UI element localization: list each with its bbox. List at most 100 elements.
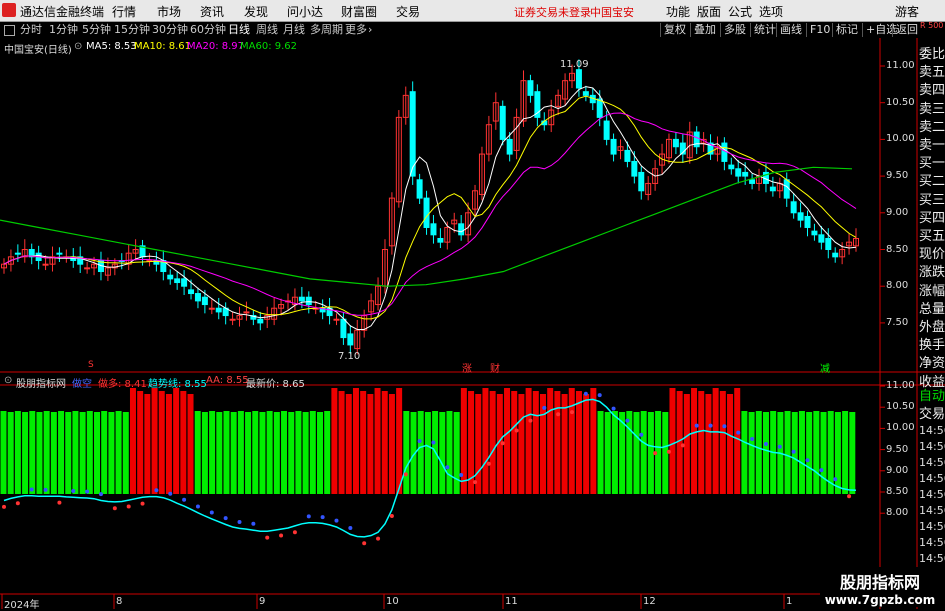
indicator-bar <box>453 412 460 494</box>
signal-dot <box>583 391 588 396</box>
indicator-bar <box>561 394 568 494</box>
candle-body <box>167 274 174 280</box>
legend-toggle-icon[interactable]: ⊙ <box>74 41 82 52</box>
indicator-bar <box>762 412 769 494</box>
tab-5min[interactable]: 5分钟 <box>82 22 111 38</box>
sidebar-item: 现价 <box>919 247 945 263</box>
btn-duogu[interactable]: 多股 <box>720 23 749 37</box>
btn-huaxian[interactable]: 画线 <box>776 23 805 37</box>
signal-dot <box>126 504 131 509</box>
indicator-bar <box>94 412 101 494</box>
candle-body <box>825 237 832 251</box>
menu-xuanxiang[interactable]: 选项 <box>759 3 783 20</box>
indicator-bar <box>504 388 511 494</box>
menu-item-faxian[interactable]: 发现 <box>244 3 268 20</box>
tab-fenshi[interactable]: 分时 <box>20 22 42 38</box>
indicator-bar <box>22 412 29 494</box>
menu-item-jiaoyi[interactable]: 交易 <box>396 3 420 20</box>
indicator-bar <box>122 412 129 494</box>
annotation-zhang: 涨 <box>462 364 472 375</box>
menu-item-caifuquan[interactable]: 财富圈 <box>341 3 377 20</box>
toggle-icon[interactable] <box>4 25 15 36</box>
sidebar-item: 买五 <box>919 229 945 244</box>
legend-ma10: MA10: 8.61 <box>134 41 192 52</box>
chart-area[interactable] <box>0 38 945 609</box>
menu-gongneng[interactable]: 功能 <box>666 3 690 20</box>
indicator-bar <box>575 391 582 494</box>
watermark-line2: www.7gpzb.com <box>824 593 936 607</box>
btn-biaoji[interactable]: 标记 <box>832 23 861 37</box>
candle-body <box>596 98 603 118</box>
indicator-bar <box>115 411 122 494</box>
candle-body <box>638 171 645 192</box>
signal-dot <box>43 487 48 492</box>
app-logo-icon <box>2 3 16 17</box>
time-label: 14:56 <box>919 456 945 469</box>
signal-dot <box>445 465 450 470</box>
login-warning[interactable]: 证券交易未登录 <box>514 4 591 20</box>
indicator-bar <box>388 394 395 494</box>
signal-dot <box>736 430 741 435</box>
indicator-bar <box>554 391 561 494</box>
time-label: 14:56 <box>919 472 945 485</box>
indicator-bar <box>216 412 223 494</box>
candle-body <box>603 120 610 140</box>
signal-dot <box>570 410 574 415</box>
price-tick-label: 9.00 <box>886 206 909 218</box>
btn-tongji[interactable]: 统计 <box>750 23 779 37</box>
signal-dot <box>306 514 311 519</box>
menu-item-hangqing[interactable]: 行情 <box>112 3 136 20</box>
btn-f10[interactable]: F10 <box>806 23 833 37</box>
menu-youke[interactable]: 游客 <box>895 3 919 20</box>
price-tick-label: 7.50 <box>886 316 909 328</box>
indicator-bar <box>482 388 489 494</box>
tab-daily[interactable]: 日线 <box>228 22 250 38</box>
btn-diejia[interactable]: 叠加 <box>690 23 719 37</box>
date-label: 11 <box>505 596 518 607</box>
signal-dot <box>168 491 173 496</box>
menu-item-shichang[interactable]: 市场 <box>157 3 181 20</box>
tab-weekly[interactable]: 周线 <box>256 22 278 38</box>
indicator-bar <box>273 412 280 494</box>
tab-15min[interactable]: 15分钟 <box>114 22 150 38</box>
ma20-line <box>3 112 857 316</box>
indicator-bar <box>7 412 14 494</box>
tab-monthly[interactable]: 月线 <box>283 22 305 38</box>
legend-ma5: MA5: 8.53 <box>86 41 137 52</box>
tab-more[interactable]: 更多 <box>345 22 367 38</box>
tab-1min[interactable]: 1分钟 <box>49 22 78 38</box>
btn-fuquan[interactable]: 复权 <box>660 23 689 37</box>
signal-dot <box>639 432 644 437</box>
indicator-bar <box>446 411 453 494</box>
signal-dot <box>362 541 367 546</box>
tab-multi-period[interactable]: 多周期 <box>310 22 343 38</box>
candle-body <box>506 138 513 155</box>
menu-gongshi[interactable]: 公式 <box>728 3 752 20</box>
sub-legend-toggle-icon[interactable]: ⊙ <box>4 375 12 386</box>
menu-banmian[interactable]: 版面 <box>697 3 721 20</box>
sidebar-item: 买二 <box>919 174 945 190</box>
btn-back[interactable]: 返回 <box>892 23 921 37</box>
signal-dot <box>2 504 6 509</box>
tab-30min[interactable]: 30分钟 <box>152 22 188 38</box>
candle-body <box>631 160 638 177</box>
menu-item-zixun[interactable]: 资讯 <box>200 3 224 20</box>
indicator-bar <box>691 388 698 494</box>
signal-dot <box>417 439 422 444</box>
chevron-right-icon[interactable]: › <box>368 22 372 38</box>
candle-body <box>437 237 444 243</box>
current-stock-name: 中国宝安 <box>590 6 634 19</box>
signal-dot <box>528 418 533 423</box>
app-title: 通达信金融终端 <box>20 5 105 19</box>
indicator-bar <box>101 411 108 494</box>
indicator-bar <box>29 411 36 494</box>
indicator-bar <box>547 388 554 494</box>
annotation-low: 7.10 <box>338 351 361 362</box>
indicator-bar <box>108 412 115 494</box>
menu-item-wenxiaoda[interactable]: 问小达 <box>287 3 323 20</box>
indicator-bar <box>288 412 295 494</box>
indicator-bar <box>676 391 683 494</box>
sub-tick-label: 8.50 <box>886 486 909 497</box>
tab-60min[interactable]: 60分钟 <box>190 22 226 38</box>
sidebar-item: 买四 <box>919 210 945 226</box>
